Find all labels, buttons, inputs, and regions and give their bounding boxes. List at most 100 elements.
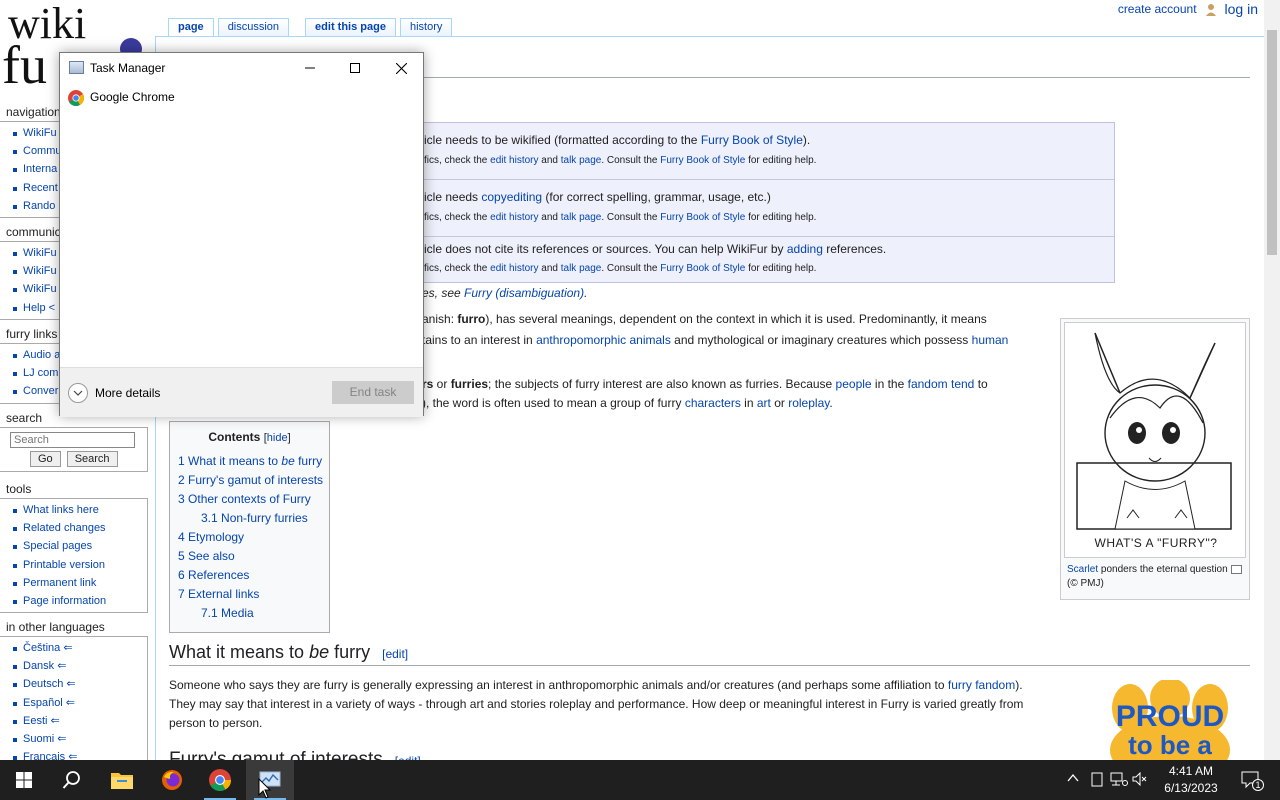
tab-page[interactable]: page — [168, 18, 214, 37]
notice-subtext: fics, check the — [424, 212, 491, 223]
go-button[interactable]: Go — [30, 451, 61, 467]
section-edit-link[interactable]: [edit] — [382, 647, 408, 661]
sidebar-search: search Go Search — [0, 409, 148, 472]
furry-fandom-link[interactable]: furry fandom — [948, 678, 1015, 692]
portlet-title: in other languages — [6, 620, 105, 634]
file-explorer-button[interactable] — [98, 760, 146, 800]
art-link[interactable]: art — [757, 396, 771, 410]
language-link[interactable]: Suomi ⇐ — [10, 730, 147, 748]
toc-entry[interactable]: 6 References — [178, 566, 323, 585]
sidebar-item-printable-version[interactable]: Printable version — [10, 556, 147, 574]
anthropomorphic-animals-link[interactable]: anthropomorphic animals — [536, 333, 671, 347]
furry-book-of-style-link[interactable]: Furry Book of Style — [660, 155, 745, 166]
firefox-button[interactable] — [148, 760, 196, 800]
language-link[interactable]: Español ⇐ — [10, 694, 147, 712]
app-row-google-chrome[interactable]: Google Chrome — [60, 87, 423, 109]
paragraph-text: ). — [1015, 678, 1023, 692]
disambiguation-link[interactable]: Furry (disambiguation) — [464, 286, 584, 300]
heading-text: What it means to — [169, 642, 310, 662]
tab-history[interactable]: history — [399, 18, 453, 37]
toc-entry[interactable]: 7 External links — [178, 585, 323, 604]
furry-book-of-style-link[interactable]: Furry Book of Style — [701, 133, 803, 147]
furry-illustration-image[interactable]: WHAT'S A "FURRY"? — [1064, 322, 1246, 558]
end-task-button[interactable]: End task — [332, 381, 414, 404]
tab-discussion[interactable]: discussion — [217, 18, 290, 37]
proud-to-be-a-furry-badge[interactable]: PROUD to be a — [1100, 678, 1240, 784]
intro-line-2: tains to an interest in anthropomorphic … — [422, 331, 1008, 350]
tend-link[interactable]: tend — [951, 377, 974, 391]
toc-entry[interactable]: 3.1 Non-furry furries — [178, 509, 323, 528]
more-details-button[interactable]: More details — [95, 386, 160, 400]
close-button[interactable] — [378, 53, 424, 83]
language-link[interactable]: Eesti ⇐ — [10, 712, 147, 730]
toc-entry[interactable]: 2 Furry's gamut of interests — [178, 471, 323, 490]
volume-button[interactable] — [1132, 771, 1148, 789]
language-link[interactable]: Čeština ⇐ — [10, 639, 147, 657]
search-button[interactable]: Search — [66, 451, 118, 467]
scrollbar-thumb[interactable] — [1267, 30, 1277, 255]
talk-page-link[interactable]: talk page — [561, 263, 602, 274]
toc-entry[interactable]: 1 What it means to be furry — [178, 452, 323, 471]
taskbar-clock[interactable]: 4:41 AM 6/13/2023 — [1156, 763, 1226, 797]
magnify-icon[interactable] — [1231, 565, 1242, 574]
start-button[interactable] — [0, 760, 48, 800]
minimize-button[interactable] — [287, 53, 333, 83]
sidebar-item-what-links-here[interactable]: What links here — [10, 501, 147, 519]
adding-link[interactable]: adding — [787, 242, 823, 256]
show-hidden-icons-button[interactable] — [1067, 772, 1079, 786]
clock-date: 6/13/2023 — [1164, 781, 1218, 795]
toc-entry[interactable]: 7.1 Media — [178, 604, 323, 623]
edit-history-link[interactable]: edit history — [490, 212, 538, 223]
copyediting-link[interactable]: copyediting — [481, 190, 542, 204]
network-button[interactable] — [1110, 771, 1128, 790]
toc-text: Media — [221, 606, 254, 620]
roleplay-link[interactable]: roleplay — [788, 396, 829, 410]
toc-entry[interactable]: 5 See also — [178, 547, 323, 566]
sidebar-item-related-changes[interactable]: Related changes — [10, 519, 147, 537]
speaker-muted-icon — [1132, 771, 1147, 787]
chrome-taskbar-button[interactable] — [196, 760, 244, 800]
language-link[interactable]: Dansk ⇐ — [10, 657, 147, 675]
scarlet-link[interactable]: Scarlet — [1067, 564, 1098, 575]
intro-text: anish: — [422, 312, 458, 326]
sidebar-item-special-pages[interactable]: Special pages — [10, 537, 147, 555]
toc-hide-link[interactable]: hide — [267, 432, 288, 444]
tablet-mode-button[interactable] — [1091, 772, 1103, 790]
talk-page-link[interactable]: talk page — [561, 212, 602, 223]
sidebar-item-permanent-link[interactable]: Permanent link — [10, 574, 147, 592]
create-account-link[interactable]: create account — [1118, 2, 1197, 16]
language-link[interactable]: Deutsch ⇐ — [10, 675, 147, 693]
portlet-title: tools — [6, 482, 32, 496]
page-scrollbar[interactable] — [1264, 0, 1280, 766]
toc-entry[interactable]: 4 Etymology — [178, 528, 323, 547]
maximize-button[interactable] — [332, 53, 378, 83]
tab-edit-this-page[interactable]: edit this page — [305, 18, 396, 37]
talk-page-link[interactable]: talk page — [561, 155, 602, 166]
furry-book-of-style-link[interactable]: Furry Book of Style — [660, 212, 745, 223]
people-link[interactable]: people — [836, 377, 872, 391]
logo-text-bottom: fu — [2, 35, 47, 95]
intro-text: or — [770, 396, 789, 410]
search-input[interactable] — [10, 432, 135, 448]
toc-text: Other contexts of Furry — [188, 492, 311, 506]
toc-entry[interactable]: 3 Other contexts of Furry — [178, 490, 323, 509]
intro-line-1: anish: furro), has several meanings, dep… — [422, 310, 987, 329]
task-manager-titlebar[interactable]: Task Manager — [60, 53, 423, 83]
illustration-caption-text: WHAT'S A "FURRY"? — [1094, 536, 1218, 550]
intro-text: in the — [871, 377, 908, 391]
furry-book-of-style-link[interactable]: Furry Book of Style — [660, 263, 745, 274]
edit-history-link[interactable]: edit history — [490, 263, 538, 274]
sidebar-item-page-information[interactable]: Page information — [10, 592, 147, 610]
characters-link[interactable]: characters — [685, 396, 741, 410]
fandom-link[interactable]: fandom — [908, 377, 948, 391]
notice-subtext: and — [538, 155, 561, 166]
action-center-button[interactable]: 1 — [1240, 770, 1264, 793]
system-tray: 4:41 AM 6/13/2023 1 — [1060, 760, 1280, 800]
log-in-link[interactable]: log in — [1225, 1, 1258, 17]
intro-text: and mythological or imaginary creatures … — [670, 333, 972, 347]
personal-links: create account log in — [1118, 0, 1258, 18]
chevron-down-icon[interactable] — [68, 383, 88, 403]
search-button[interactable] — [48, 760, 96, 800]
human-link[interactable]: human — [972, 333, 1009, 347]
edit-history-link[interactable]: edit history — [490, 155, 538, 166]
